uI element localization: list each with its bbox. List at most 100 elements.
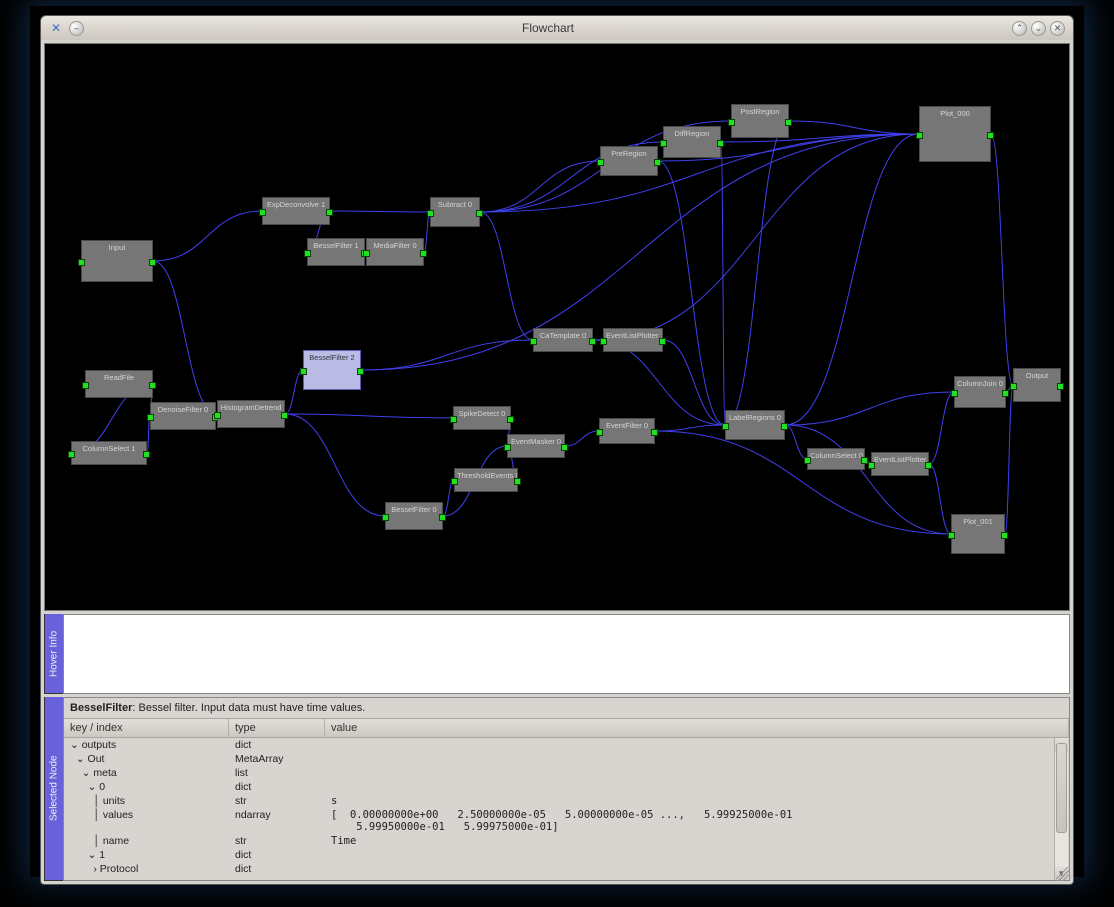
port-in[interactable]: [259, 209, 266, 216]
minimize-button[interactable]: –: [69, 21, 84, 36]
tree-body[interactable]: ⌄ outputsdict ⌄ OutMetaArray ⌄ metalist …: [64, 738, 1069, 880]
selected-node-tab[interactable]: Selected Node: [44, 697, 63, 881]
node-bessel0[interactable]: BesselFilter 0: [385, 502, 443, 530]
port-in[interactable]: [728, 119, 735, 126]
port-in[interactable]: [951, 390, 958, 397]
port-out[interactable]: [439, 514, 446, 521]
node-threshevents[interactable]: ThresholdEvents 0: [454, 468, 518, 492]
close-button[interactable]: ✕: [1050, 21, 1065, 36]
port-out[interactable]: [281, 412, 288, 419]
port-out[interactable]: [326, 209, 333, 216]
port-out[interactable]: [589, 338, 596, 345]
port-out[interactable]: [357, 368, 364, 375]
tree-row[interactable]: ⌄ metalist: [64, 766, 1069, 780]
node-eventfilter[interactable]: EventFilter 0: [599, 418, 655, 444]
tree-row[interactable]: │ valuesndarray[ 0.00000000e+00 2.500000…: [64, 808, 1069, 834]
node-colsel0[interactable]: ColumnSelect 0: [807, 448, 865, 470]
node-subtract[interactable]: Subtract 0: [430, 197, 480, 227]
port-in[interactable]: [504, 444, 511, 451]
port-in[interactable]: [868, 462, 875, 469]
port-in[interactable]: [363, 250, 370, 257]
port-out[interactable]: [781, 423, 788, 430]
port-out[interactable]: [659, 338, 666, 345]
node-colsel1[interactable]: ColumnSelect 1: [71, 441, 147, 465]
hover-info-tab[interactable]: Hover Info: [44, 614, 63, 694]
port-out[interactable]: [987, 132, 994, 139]
node-input[interactable]: Input: [81, 240, 153, 282]
node-histo[interactable]: HistogramDetrend: [217, 400, 285, 428]
port-in[interactable]: [600, 338, 607, 345]
port-out[interactable]: [1057, 383, 1064, 390]
node-diffregion[interactable]: DiffRegion: [663, 126, 721, 158]
scrollbar[interactable]: ▲ ▼: [1054, 738, 1068, 880]
node-output[interactable]: Output: [1013, 368, 1061, 402]
node-catemplate[interactable]: CaTemplate 0: [533, 328, 593, 352]
node-evplotter0[interactable]: EventListPlotter 0: [871, 452, 929, 476]
titlebar[interactable]: ✕ – Flowchart ⌃ ⌄ ✕: [41, 16, 1073, 40]
port-out[interactable]: [717, 140, 724, 147]
node-eventmasker[interactable]: EventMasker 0: [507, 434, 565, 458]
node-readfile[interactable]: ReadFile: [85, 370, 153, 398]
port-in[interactable]: [427, 210, 434, 217]
port-in[interactable]: [660, 140, 667, 147]
port-in[interactable]: [300, 368, 307, 375]
port-in[interactable]: [596, 429, 603, 436]
tree-row[interactable]: │ unitsstrs: [64, 794, 1069, 808]
port-out[interactable]: [785, 119, 792, 126]
port-out[interactable]: [143, 451, 150, 458]
port-in[interactable]: [304, 250, 311, 257]
port-in[interactable]: [382, 514, 389, 521]
resize-grip[interactable]: [1056, 867, 1070, 881]
port-in[interactable]: [451, 478, 458, 485]
port-out[interactable]: [1002, 390, 1009, 397]
tree-row[interactable]: ⌄ 0dict: [64, 780, 1069, 794]
node-mediafilter[interactable]: MediaFilter 0: [366, 238, 424, 266]
tree-row[interactable]: › Protocoldict: [64, 862, 1069, 876]
maximize-button[interactable]: ⌄: [1031, 21, 1046, 36]
port-out[interactable]: [861, 457, 868, 464]
port-in[interactable]: [1010, 383, 1017, 390]
port-out[interactable]: [420, 250, 427, 257]
port-out[interactable]: [925, 462, 932, 469]
port-in[interactable]: [948, 532, 955, 539]
tree-row[interactable]: ⌄ 1dict: [64, 848, 1069, 862]
port-out[interactable]: [149, 259, 156, 266]
node-denoise[interactable]: DenoiseFilter 0: [150, 402, 216, 430]
node-plot001[interactable]: Plot_001: [951, 514, 1005, 554]
node-evplotter1[interactable]: EventListPlotter 1: [603, 328, 663, 352]
node-expdeconv[interactable]: ExpDeconvolve 1: [262, 197, 330, 225]
flowchart-canvas[interactable]: Input ReadFile ColumnSelect 1DenoiseFilter…: [44, 43, 1070, 611]
port-out[interactable]: [514, 478, 521, 485]
port-in[interactable]: [916, 132, 923, 139]
port-out[interactable]: [651, 429, 658, 436]
node-spikedetect[interactable]: SpikeDetect 0: [453, 406, 511, 430]
port-out[interactable]: [507, 416, 514, 423]
node-postregion[interactable]: PostRegion: [731, 104, 789, 138]
shade-button[interactable]: ⌃: [1012, 21, 1027, 36]
port-in[interactable]: [82, 382, 89, 389]
node-labelregions[interactable]: LabelRegions 0: [725, 410, 785, 440]
port-in[interactable]: [68, 451, 75, 458]
node-bessel2[interactable]: BesselFilter 2: [303, 350, 361, 390]
port-out[interactable]: [476, 210, 483, 217]
scroll-thumb[interactable]: [1056, 743, 1067, 833]
port-out[interactable]: [149, 382, 156, 389]
port-in[interactable]: [147, 414, 154, 421]
node-columnjoin[interactable]: ColumnJoin 0: [954, 376, 1006, 408]
port-in[interactable]: [450, 416, 457, 423]
port-in[interactable]: [597, 159, 604, 166]
port-in[interactable]: [214, 412, 221, 419]
tree-row[interactable]: ⌄ outputsdict: [64, 738, 1069, 752]
port-out[interactable]: [654, 159, 661, 166]
port-in[interactable]: [804, 457, 811, 464]
port-out[interactable]: [1001, 532, 1008, 539]
node-plot000[interactable]: Plot_000: [919, 106, 991, 162]
port-out[interactable]: [561, 444, 568, 451]
node-preregion[interactable]: PreRegion: [600, 146, 658, 176]
port-in[interactable]: [530, 338, 537, 345]
tree-row[interactable]: ⌄ OutMetaArray: [64, 752, 1069, 766]
port-in[interactable]: [78, 259, 85, 266]
port-in[interactable]: [722, 423, 729, 430]
tree-row[interactable]: │ namestrTime: [64, 834, 1069, 848]
node-bessel1[interactable]: BesselFilter 1: [307, 238, 365, 266]
